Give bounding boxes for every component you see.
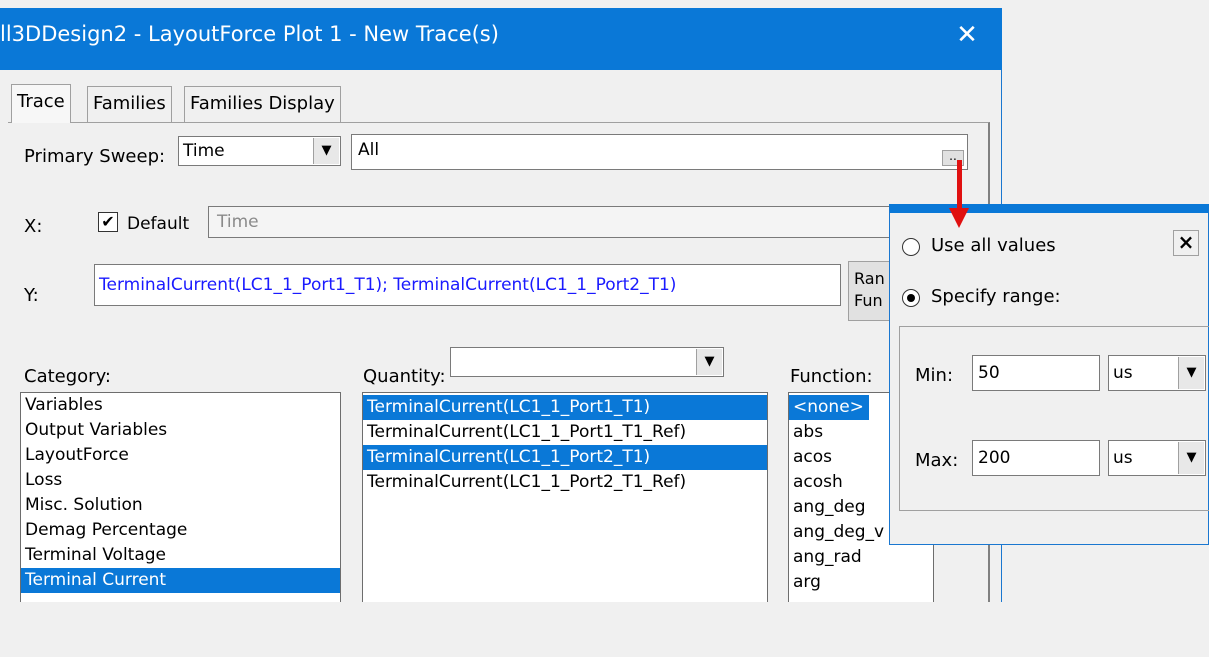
close-icon[interactable]: ✕ bbox=[952, 18, 982, 52]
red-arrow-icon bbox=[957, 160, 962, 212]
chevron-down-icon[interactable]: ▼ bbox=[313, 138, 339, 164]
category-label: Category: bbox=[24, 366, 111, 387]
min-input[interactable]: 50 bbox=[972, 355, 1100, 391]
chevron-down-icon[interactable]: ▼ bbox=[1178, 357, 1204, 389]
x-default-label: Default bbox=[127, 214, 190, 234]
list-item[interactable]: Demag Percentage bbox=[21, 518, 340, 543]
function-label: Function: bbox=[790, 366, 873, 387]
y-expression-value: TerminalCurrent(LC1_1_Port1_T1); Termina… bbox=[99, 275, 677, 295]
quantity-label: Quantity: bbox=[363, 366, 446, 387]
list-item[interactable]: ang_rad bbox=[789, 545, 933, 570]
list-item[interactable]: Loss bbox=[21, 468, 340, 493]
x-expression-field: Time bbox=[208, 206, 898, 238]
list-item[interactable]: Output Variables bbox=[21, 418, 340, 443]
check-icon: ✔ bbox=[101, 212, 115, 231]
specify-range-label: Specify range: bbox=[931, 286, 1061, 307]
list-item[interactable]: TerminalCurrent(LC1_1_Port2_T1) bbox=[363, 445, 767, 470]
tab-trace[interactable]: Trace bbox=[11, 84, 71, 123]
x-label: X: bbox=[24, 216, 43, 237]
screenshot-cutoff bbox=[0, 602, 1209, 657]
window-title: ll3DDesign2 - LayoutForce Plot 1 - New T… bbox=[0, 22, 499, 46]
primary-sweep-select[interactable]: Time ▼ bbox=[178, 136, 341, 166]
chevron-down-icon[interactable]: ▼ bbox=[696, 349, 722, 375]
x-default-checkbox[interactable]: ✔ bbox=[98, 212, 118, 232]
chevron-down-icon[interactable]: ▼ bbox=[1178, 442, 1204, 474]
list-item[interactable]: <none> bbox=[789, 395, 869, 420]
min-unit-select[interactable]: us ▼ bbox=[1108, 355, 1206, 391]
radio-dot bbox=[907, 294, 915, 302]
list-item[interactable]: arg bbox=[789, 570, 933, 595]
use-all-values-label: Use all values bbox=[931, 235, 1056, 256]
x-expression-value: Time bbox=[217, 212, 259, 232]
list-item[interactable]: Terminal Voltage bbox=[21, 543, 340, 568]
quantity-filter-select[interactable]: ▼ bbox=[450, 347, 724, 377]
max-label: Max: bbox=[915, 450, 959, 471]
specify-range-radio[interactable] bbox=[902, 289, 920, 307]
tab-families[interactable]: Families bbox=[87, 86, 172, 122]
max-unit-select[interactable]: us ▼ bbox=[1108, 440, 1206, 476]
min-unit-value: us bbox=[1113, 363, 1133, 383]
range-groupbox: Min: 50 us ▼ Max: 200 us ▼ bbox=[899, 326, 1209, 511]
list-item[interactable]: TerminalCurrent(LC1_1_Port2_T1_Ref) bbox=[363, 470, 767, 495]
max-value: 200 bbox=[978, 448, 1011, 468]
tab-families-display[interactable]: Families Display bbox=[184, 86, 341, 122]
list-item[interactable]: LayoutForce bbox=[21, 443, 340, 468]
primary-sweep-label: Primary Sweep: bbox=[24, 146, 166, 167]
sweep-range-field: All bbox=[351, 134, 968, 170]
min-label: Min: bbox=[915, 365, 954, 386]
range-popup: Use all values × Specify range: Min: 50 … bbox=[889, 204, 1209, 545]
red-arrow-head-icon bbox=[949, 208, 969, 228]
list-item[interactable]: Terminal Current bbox=[21, 568, 340, 593]
min-value: 50 bbox=[978, 363, 1000, 383]
primary-sweep-value: Time bbox=[183, 141, 225, 161]
max-unit-value: us bbox=[1113, 448, 1133, 468]
list-item[interactable]: TerminalCurrent(LC1_1_Port1_T1) bbox=[363, 395, 767, 420]
new-traces-dialog: ll3DDesign2 - LayoutForce Plot 1 - New T… bbox=[0, 8, 1002, 657]
sweep-range-value: All bbox=[358, 140, 380, 160]
title-bar: ll3DDesign2 - LayoutForce Plot 1 - New T… bbox=[0, 8, 1002, 70]
y-expression-field[interactable]: TerminalCurrent(LC1_1_Port1_T1); Termina… bbox=[94, 264, 841, 306]
use-all-values-radio[interactable] bbox=[902, 238, 920, 256]
list-item[interactable]: Misc. Solution bbox=[21, 493, 340, 518]
popup-close-button[interactable]: × bbox=[1173, 230, 1199, 256]
y-label: Y: bbox=[24, 285, 39, 306]
list-item[interactable]: Variables bbox=[21, 393, 340, 418]
max-input[interactable]: 200 bbox=[972, 440, 1100, 476]
list-item[interactable]: TerminalCurrent(LC1_1_Port1_T1_Ref) bbox=[363, 420, 767, 445]
